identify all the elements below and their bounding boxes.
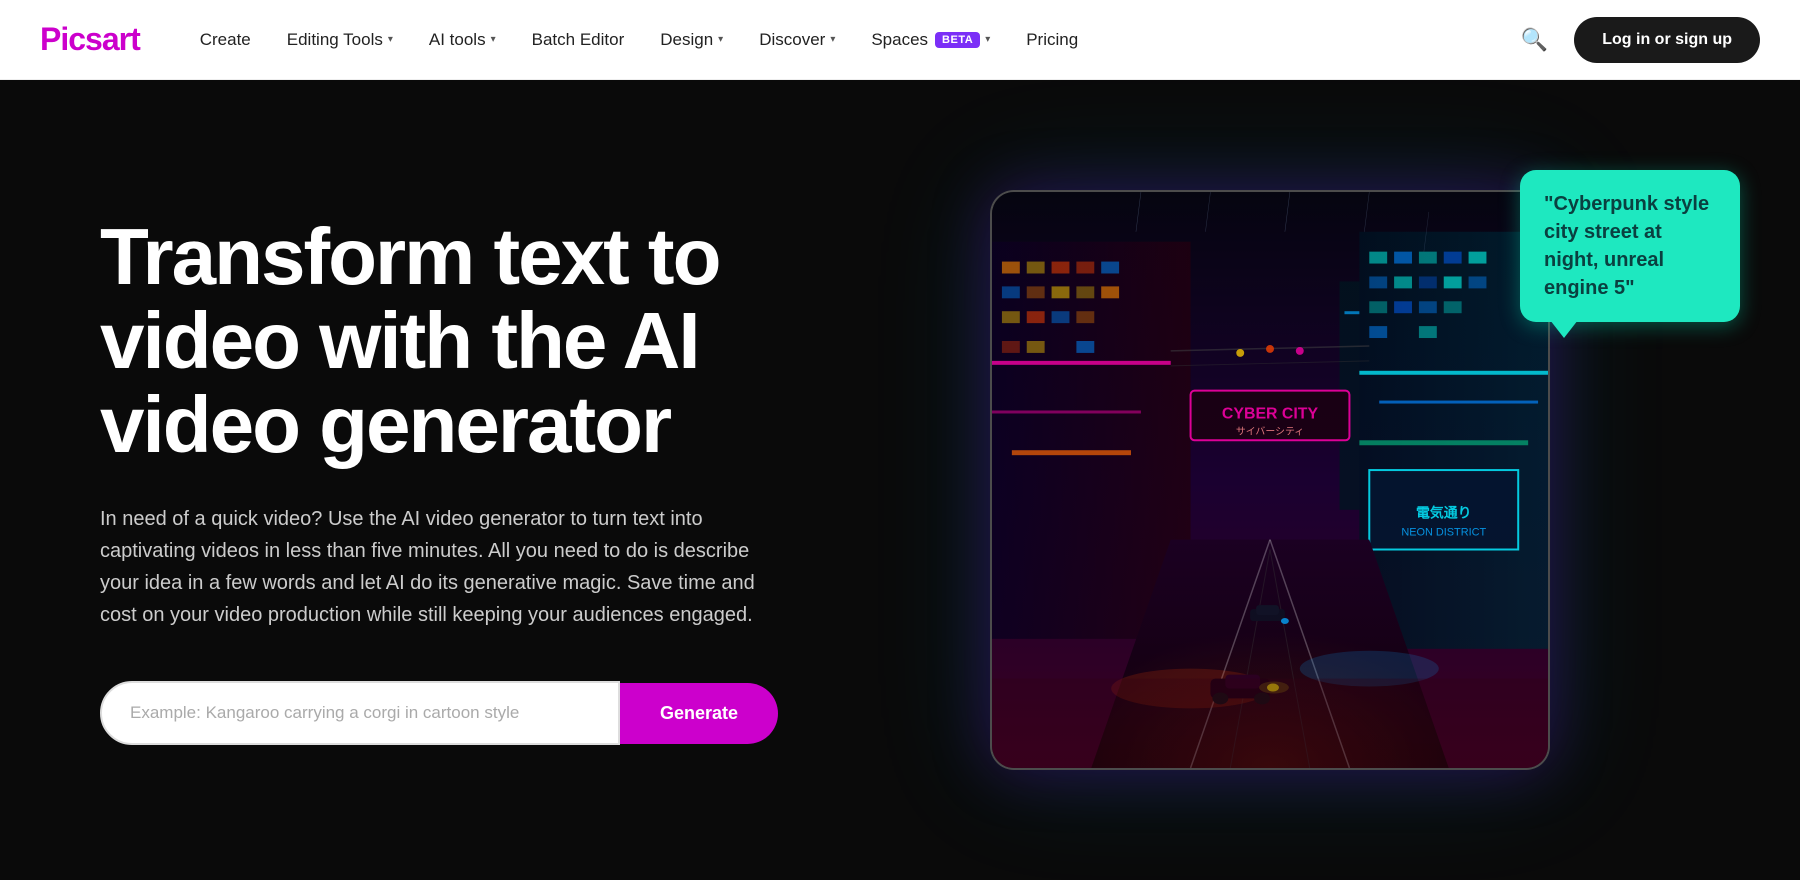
nav-label-design: Design: [660, 30, 713, 50]
nav-label-spaces: Spaces: [871, 30, 928, 50]
nav-item-spaces[interactable]: Spaces BETA ▾: [871, 30, 990, 50]
navbar: Picsart Create Editing Tools ▾ AI tools …: [0, 0, 1800, 80]
chevron-down-icon: ▾: [985, 34, 990, 45]
video-prompt-input[interactable]: [100, 681, 620, 745]
nav-label-editing-tools: Editing Tools: [287, 30, 383, 50]
logo[interactable]: Picsart: [40, 21, 140, 58]
hero-title: Transform text to video with the AI vide…: [100, 215, 780, 467]
nav-label-batch-editor: Batch Editor: [532, 30, 625, 50]
speech-bubble: "Cyberpunk style city street at night, u…: [1520, 170, 1740, 322]
nav-label-discover: Discover: [759, 30, 825, 50]
nav-item-editing-tools[interactable]: Editing Tools ▾: [287, 30, 393, 50]
hero-description: In need of a quick video? Use the AI vid…: [100, 503, 780, 631]
nav-item-ai-tools[interactable]: AI tools ▾: [429, 30, 496, 50]
chevron-down-icon: ▾: [491, 34, 496, 45]
search-icon: 🔍: [1521, 27, 1548, 52]
generate-button[interactable]: Generate: [620, 683, 778, 744]
search-button[interactable]: 🔍: [1515, 21, 1554, 59]
cyberpunk-image-frame: 電気通り NEON DISTRICT: [990, 190, 1550, 770]
hero-right: 電気通り NEON DISTRICT: [820, 130, 1720, 830]
login-button[interactable]: Log in or sign up: [1574, 17, 1760, 63]
nav-item-design[interactable]: Design ▾: [660, 30, 723, 50]
nav-item-batch-editor[interactable]: Batch Editor: [532, 30, 625, 50]
chevron-down-icon: ▾: [718, 34, 723, 45]
nav-label-create: Create: [200, 30, 251, 50]
hero-left: Transform text to video with the AI vide…: [100, 215, 820, 745]
chevron-down-icon: ▾: [830, 34, 835, 45]
nav-item-pricing[interactable]: Pricing: [1026, 30, 1078, 50]
beta-badge: BETA: [935, 32, 980, 48]
nav-right: 🔍 Log in or sign up: [1515, 17, 1760, 63]
nav-links: Create Editing Tools ▾ AI tools ▾ Batch …: [200, 30, 1515, 50]
speech-bubble-text: "Cyberpunk style city street at night, u…: [1544, 193, 1709, 299]
cyberpunk-city-illustration: 電気通り NEON DISTRICT: [992, 192, 1548, 768]
nav-item-create[interactable]: Create: [200, 30, 251, 50]
hero-input-row: Generate: [100, 681, 780, 745]
nav-label-ai-tools: AI tools: [429, 30, 486, 50]
hero-section: Transform text to video with the AI vide…: [0, 0, 1800, 880]
nav-item-discover[interactable]: Discover ▾: [759, 30, 835, 50]
chevron-down-icon: ▾: [388, 34, 393, 45]
nav-label-pricing: Pricing: [1026, 30, 1078, 50]
